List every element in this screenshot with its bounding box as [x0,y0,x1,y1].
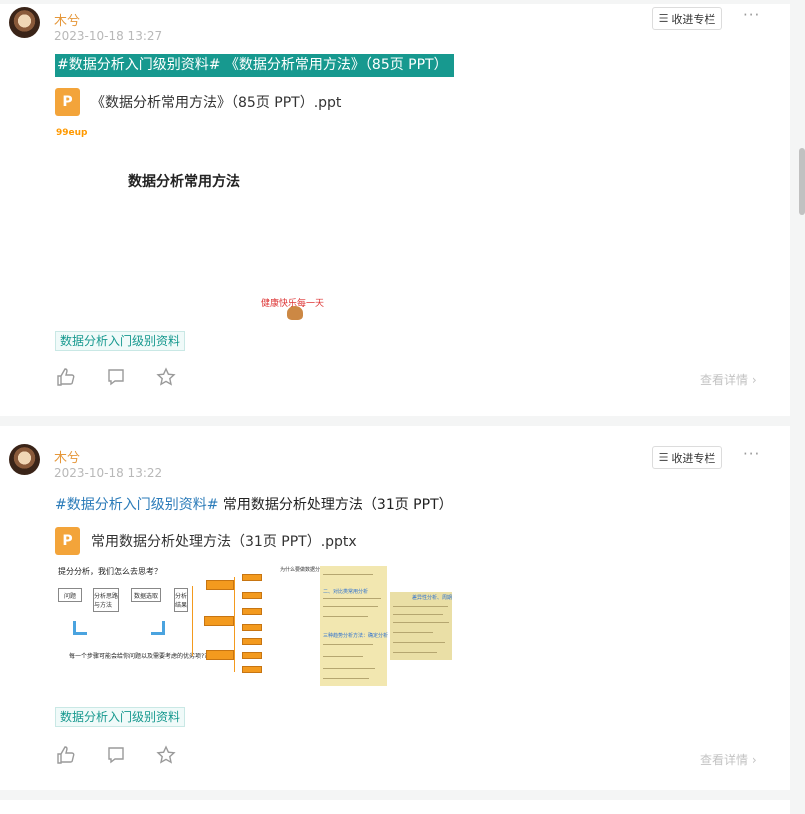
ppt-file-icon: P [55,88,80,116]
ppt-file-icon: P [55,527,80,555]
slide-4-title: 差异性分析、周期 [412,595,453,601]
slide-preview-image[interactable]: 99eup 数据分析常用方法 健康快乐每一天 [55,124,325,324]
preview-slide-2: 为什么要做数据分析? [190,566,328,686]
post-title: #数据分析入门级别资料# 常用数据分析处理方法（31页 PPT） [55,495,453,515]
collect-to-column-button[interactable]: ☰ 收进专栏 [652,446,722,469]
scrollbar-thumb[interactable] [799,148,805,215]
comment-icon[interactable] [105,744,127,766]
collect-label: 收进专栏 [671,12,716,26]
page-gutter [790,0,797,814]
preview-slide-title: 数据分析常用方法 [128,174,240,190]
view-details-link[interactable]: 查看详情 › [700,371,757,388]
more-menu-icon[interactable]: ··· [743,6,760,24]
post-title[interactable]: #数据分析入门级别资料# 《数据分析常用方法》（85页 PPT） [55,54,454,77]
mindmap-node [242,608,262,615]
preview-slide-4: 差异性分析、周期 [390,592,452,660]
preview-slide-3: 二、对比类常用分析 三种趋势分析方法：确定分析 [320,566,389,686]
topic-tag[interactable]: 数据分析入门级别资料 [55,707,186,727]
flow-box-method: 分析思路与方法 [93,588,119,612]
more-menu-icon[interactable]: ··· [743,445,760,463]
arrow-right-icon [151,621,165,635]
post-actions [55,744,205,766]
view-details-link[interactable]: 查看详情 › [700,751,757,768]
post-card [0,800,790,814]
avatar[interactable] [9,7,40,38]
author-name[interactable]: 木兮 [54,10,80,29]
thumbs-up-icon[interactable] [55,744,77,766]
flow-box-problem: 问题 [58,588,82,602]
post-feed: 木兮 2023-10-18 13:27 ☰ 收进专栏 ··· #数据分析入门级别… [0,0,790,814]
chevron-right-icon: › [751,373,757,387]
collect-to-column-button[interactable]: ☰ 收进专栏 [652,7,722,30]
topic-tag[interactable]: 数据分析入门级别资料 [55,331,186,351]
slide-preview-strip[interactable]: 提分分析，我们怎么去思考？ 问题 分析思路与方法 数据选取 分析结果 每一个步骤… [55,566,455,692]
star-icon[interactable] [155,744,177,766]
flow-box-result: 分析结果 [174,588,188,612]
chevron-right-icon: › [751,753,757,767]
mindmap-node [206,650,234,660]
mindmap-node [242,666,262,673]
post-time: 2023-10-18 13:22 [54,466,163,480]
mindmap-node [242,574,262,581]
star-icon[interactable] [155,366,177,388]
mindmap-node [242,624,262,631]
post-time: 2023-10-18 13:27 [54,29,163,43]
flow-box-data: 数据选取 [131,588,161,602]
slide-3-subtitle: 三种趋势分析方法：确定分析 [323,633,389,639]
attachment-file[interactable]: P 常用数据分析处理方法（31页 PPT）.pptx [55,527,357,555]
mindmap-node [242,652,262,659]
mindmap-node [242,592,262,599]
scrollbar-track[interactable] [797,0,805,814]
post-card: 木兮 2023-10-18 13:27 ☰ 收进专栏 ··· #数据分析入门级别… [0,4,790,416]
author-name[interactable]: 木兮 [54,447,80,466]
post-actions [55,366,205,388]
mindmap-line [234,577,235,672]
mindmap-node [242,638,262,645]
title-hashtag[interactable]: #数据分析入门级别资料# [55,497,218,513]
comment-icon[interactable] [105,366,127,388]
arrow-left-icon [73,621,87,635]
mindmap-node [206,580,234,590]
file-name[interactable]: 常用数据分析处理方法（31页 PPT）.pptx [91,531,357,551]
thumbs-up-icon[interactable] [55,366,77,388]
layers-icon: ☰ [658,12,669,25]
preview-slide-1: 提分分析，我们怎么去思考？ 问题 分析思路与方法 数据选取 分析结果 每一个步骤… [55,566,211,686]
collect-label: 收进专栏 [671,451,716,465]
attachment-file[interactable]: P 《数据分析常用方法》（85页 PPT）.ppt [55,88,341,116]
mascot-figure [287,306,303,320]
preview-logo: 99eup [56,128,88,138]
title-text[interactable]: 常用数据分析处理方法（31页 PPT） [218,497,453,513]
layers-icon: ☰ [658,451,669,464]
slide-3-title: 二、对比类常用分析 [323,589,369,595]
mindmap-line [192,586,193,656]
mindmap-node [204,616,234,626]
post-card: 木兮 2023-10-18 13:22 ☰ 收进专栏 ··· #数据分析入门级别… [0,426,790,790]
slide-1-title: 提分分析，我们怎么去思考？ [58,567,162,576]
file-name[interactable]: 《数据分析常用方法》（85页 PPT）.ppt [91,92,341,112]
avatar[interactable] [9,444,40,475]
